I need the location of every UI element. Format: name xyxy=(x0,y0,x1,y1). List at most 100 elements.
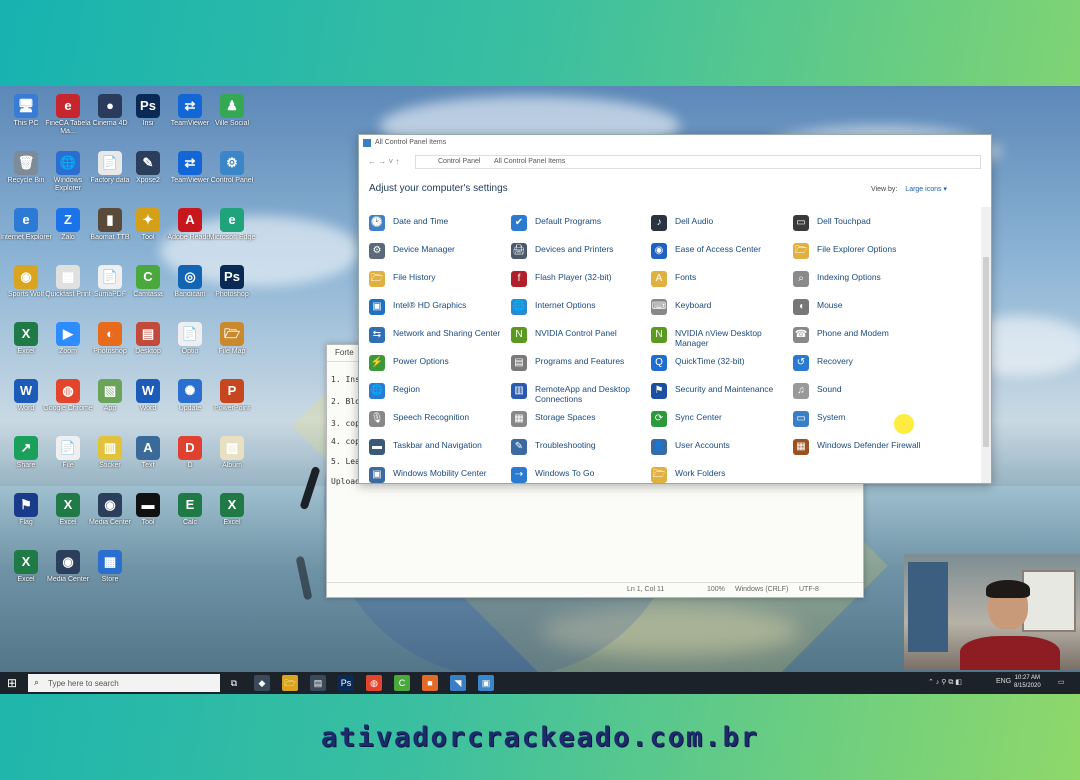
taskbar-control-panel-icon[interactable]: ▣ xyxy=(478,675,494,691)
desktop-icon[interactable]: X Excel xyxy=(204,489,260,543)
control-panel-item[interactable]: ↺ Recovery xyxy=(783,351,923,375)
control-panel-item[interactable]: 🗁 File Explorer Options xyxy=(783,239,923,263)
control-panel-item[interactable]: 🌐 Internet Options xyxy=(501,295,641,319)
desktop-icon[interactable]: ⚙ Control Panel xyxy=(204,147,260,201)
app-icon: ▶ xyxy=(56,322,80,346)
control-panel-item-icon: 👤 xyxy=(651,439,667,455)
control-panel-item[interactable]: ▣ Intel® HD Graphics xyxy=(359,295,499,319)
control-panel-item[interactable]: 🗁 Work Folders xyxy=(641,463,781,483)
control-panel-item[interactable]: ▬ Taskbar and Navigation xyxy=(359,435,499,459)
control-panel-item[interactable]: 🌐 Region xyxy=(359,379,499,403)
control-panel-item[interactable]: ✔ Default Programs xyxy=(501,211,641,235)
taskbar-chrome-icon[interactable]: ◍ xyxy=(366,675,382,691)
control-panel-item[interactable]: ⇢ Windows To Go xyxy=(501,463,641,483)
app-icon: e xyxy=(14,208,38,232)
control-panel-item[interactable]: ⌨ Keyboard xyxy=(641,295,781,319)
control-panel-item[interactable]: ▤ Programs and Features xyxy=(501,351,641,375)
taskbar-photoshop-icon[interactable]: Ps xyxy=(338,675,354,691)
app-icon: e xyxy=(56,94,80,118)
control-panel-item[interactable]: ◉ Ease of Access Center xyxy=(641,239,781,263)
control-panel-item-icon: ✔ xyxy=(511,215,527,231)
breadcrumb-control-panel[interactable]: Control Panel xyxy=(438,156,480,168)
tray-icons[interactable]: ⌃ ♪ ⚲ ⧉ ◧ xyxy=(928,678,962,687)
control-panel-item[interactable]: ⟳ Sync Center xyxy=(641,407,781,431)
taskbar-app-icon[interactable]: ◥ xyxy=(450,675,466,691)
control-panel-item-icon: ⟳ xyxy=(651,411,667,427)
desktop-icon[interactable]: Ps Photoshop xyxy=(204,261,260,315)
control-panel-item[interactable]: N NVIDIA nView Desktop Manager xyxy=(641,323,781,348)
control-panel-item[interactable]: ▦ Windows Defender Firewall xyxy=(783,435,923,459)
control-panel-item[interactable]: Q QuickTime (32-bit) xyxy=(641,351,781,375)
control-panel-item[interactable]: ⚑ Security and Maintenance xyxy=(641,379,781,403)
language-indicator[interactable]: ENG xyxy=(996,678,1011,685)
control-panel-item[interactable]: ⇆ Network and Sharing Center xyxy=(359,323,500,347)
control-panel-icon xyxy=(363,139,371,147)
control-panel-item-icon: N xyxy=(651,327,667,343)
control-panel-item-label: Phone and Modem xyxy=(817,328,889,338)
address-bar[interactable]: ← → ˅ ↑ Control Panel All Control Panel … xyxy=(368,155,981,169)
status-position: Ln 1, Col 11 xyxy=(627,586,665,593)
desktop-icon[interactable]: e Microsoft Edge xyxy=(204,204,260,258)
app-icon: ▤ xyxy=(136,322,160,346)
control-panel-item[interactable]: f Flash Player (32-bit) xyxy=(501,267,641,291)
control-panel-item[interactable]: ◖ Mouse xyxy=(783,295,923,319)
control-panel-item[interactable]: ♫ Sound xyxy=(783,379,923,403)
taskbar-file-explorer-icon[interactable]: 🗁 xyxy=(282,675,298,691)
control-panel-item[interactable]: A Fonts xyxy=(641,267,781,291)
desktop-icon[interactable]: P PowerPoint xyxy=(204,375,260,429)
control-panel-item[interactable]: 🕑 Date and Time xyxy=(359,211,499,235)
notification-icon[interactable]: ▭ xyxy=(1058,678,1065,686)
control-panel-item[interactable]: 🗁 File History xyxy=(359,267,499,291)
app-icon: W xyxy=(14,379,38,403)
desktop-icon-label: Photoshop xyxy=(215,291,249,298)
control-panel-item[interactable]: ▦ Storage Spaces xyxy=(501,407,641,431)
scrollbar[interactable] xyxy=(981,207,991,483)
control-panel-item[interactable]: 👤 User Accounts xyxy=(641,435,781,459)
app-icon: ▦ xyxy=(56,265,80,289)
taskbar-app-icon[interactable]: ◆ xyxy=(254,675,270,691)
windows-start-icon[interactable]: ⊞ xyxy=(4,675,20,691)
control-panel-item[interactable]: N NVIDIA Control Panel xyxy=(501,323,641,347)
control-panel-item[interactable]: ☎ Phone and Modem xyxy=(783,323,923,347)
taskbar-task-view-icon[interactable]: ⧉ xyxy=(226,675,242,691)
control-panel-item-icon: ▣ xyxy=(369,299,385,315)
window-titlebar[interactable]: All Control Panel Items xyxy=(359,135,991,151)
control-panel-item-label: Windows Mobility Center xyxy=(393,468,487,478)
app-icon: P xyxy=(220,379,244,403)
page-title: Adjust your computer's settings xyxy=(369,183,508,194)
app-icon: ▧ xyxy=(98,379,122,403)
app-icon: ◉ xyxy=(56,550,80,574)
notepad-line: Upload xyxy=(331,477,360,486)
desktop-icon[interactable]: ♟ Ville Social xyxy=(204,90,260,144)
app-icon: e xyxy=(220,208,244,232)
breadcrumb-all-items[interactable]: All Control Panel Items xyxy=(494,156,565,168)
control-panel-item[interactable]: ⚡ Power Options xyxy=(359,351,499,375)
control-panel-item[interactable]: ⚙ Device Manager xyxy=(359,239,499,263)
app-icon: ◐ xyxy=(98,322,122,346)
control-panel-item[interactable]: 🖨 Devices and Printers xyxy=(501,239,641,263)
desktop-icon[interactable]: ▦ Store xyxy=(82,546,138,600)
control-panel-item[interactable]: ▥ RemoteApp and Desktop Connections xyxy=(501,379,641,404)
control-panel-item[interactable]: ⌕ Indexing Options xyxy=(783,267,923,291)
control-panel-item-label: Taskbar and Navigation xyxy=(393,440,482,450)
control-panel-item[interactable]: ✎ Troubleshooting xyxy=(501,435,641,459)
view-by-dropdown[interactable]: Large icons ▾ xyxy=(905,186,947,193)
control-panel-item-label: Ease of Access Center xyxy=(675,244,761,254)
desktop-icon[interactable]: ▨ Album xyxy=(204,432,260,486)
nav-arrows-icon[interactable]: ← → ˅ ↑ xyxy=(368,156,399,168)
taskbar-camtasia-icon[interactable]: C xyxy=(394,675,410,691)
taskbar-app-icon[interactable]: ■ xyxy=(422,675,438,691)
desktop-icon[interactable]: 🗁 File Map xyxy=(204,318,260,372)
desktop-icon-label: Control Panel xyxy=(210,177,254,184)
control-panel-item[interactable]: ♪ Dell Audio xyxy=(641,211,781,235)
clock[interactable]: 10:27 AM 8/15/2020 xyxy=(1014,674,1041,690)
desktop-icon-label: Ville Social xyxy=(214,120,250,127)
taskbar-app-icon[interactable]: ▤ xyxy=(310,675,326,691)
control-panel-item-label: Troubleshooting xyxy=(535,440,596,450)
control-panel-item-icon: 🖨 xyxy=(511,243,527,259)
control-panel-item[interactable]: ▣ Windows Mobility Center xyxy=(359,463,499,483)
control-panel-item[interactable]: ▭ Dell Touchpad xyxy=(783,211,923,235)
control-panel-item[interactable]: 🎙 Speech Recognition xyxy=(359,407,499,431)
app-icon: E xyxy=(178,493,202,517)
search-box[interactable]: ⌕ Type here to search xyxy=(28,674,220,692)
